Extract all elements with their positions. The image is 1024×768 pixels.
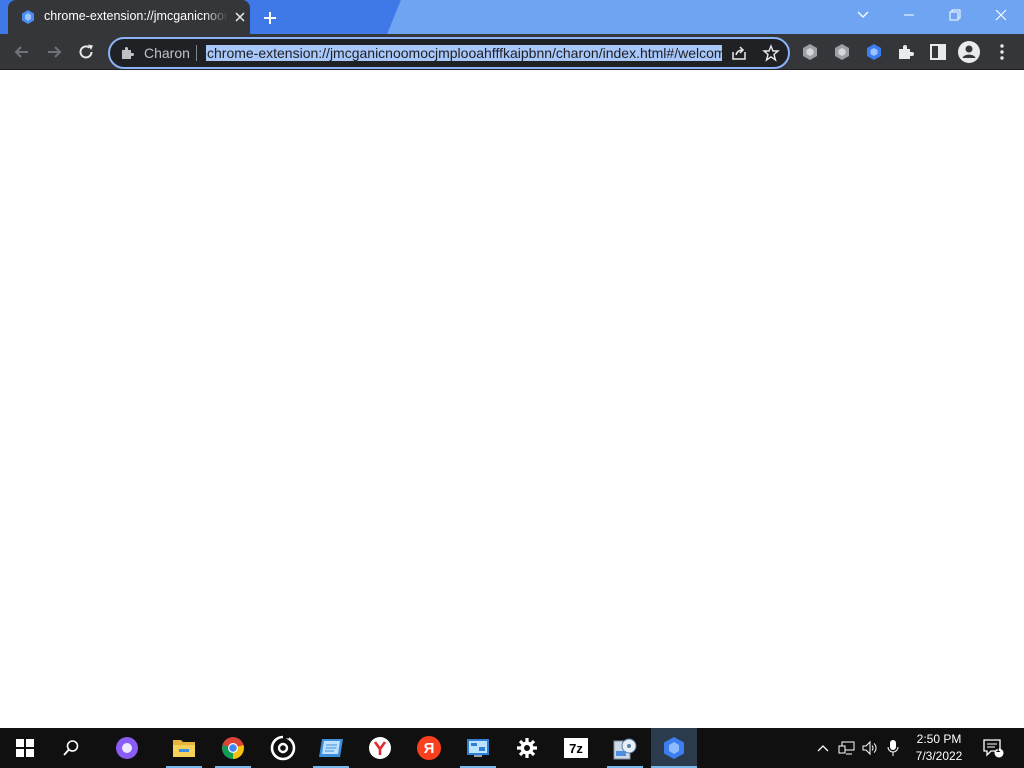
search-icon bbox=[63, 740, 79, 756]
taskbar-file-explorer[interactable] bbox=[161, 728, 207, 768]
7zip-icon: 7z bbox=[564, 738, 588, 758]
person-icon bbox=[962, 45, 976, 58]
minimize-button[interactable] bbox=[886, 0, 932, 30]
taskbar-control-panel[interactable] bbox=[455, 728, 501, 768]
disk-tool-icon bbox=[613, 738, 637, 760]
profile-avatar-icon[interactable] bbox=[958, 41, 980, 63]
charon-extension-icon bbox=[22, 10, 34, 24]
restore-button[interactable] bbox=[932, 0, 978, 30]
start-button[interactable] bbox=[2, 728, 48, 768]
taskbar-notepad[interactable] bbox=[308, 728, 354, 768]
extension-puzzle-icon bbox=[122, 47, 134, 59]
more-menu-icon[interactable] bbox=[992, 42, 1012, 62]
yandex-letter: Я bbox=[423, 739, 435, 757]
clock-date: 7/3/2022 bbox=[915, 749, 963, 763]
taskbar: Я 7z 2:50 PM 7/3/2022 1 bbox=[0, 728, 1024, 768]
minimize-icon bbox=[904, 14, 914, 16]
share-icon[interactable] bbox=[730, 44, 748, 62]
tab-title: chrome-extension://jmcganicnoomocjmplooa… bbox=[44, 9, 228, 23]
tab-search-button[interactable] bbox=[840, 0, 886, 30]
file-explorer-icon bbox=[173, 740, 195, 757]
clock-time: 2:50 PM bbox=[916, 732, 962, 746]
browser-tab[interactable]: chrome-extension://jmcganicnoomocjmplooa… bbox=[8, 0, 250, 34]
reload-icon[interactable] bbox=[76, 42, 96, 62]
restore-icon bbox=[949, 9, 961, 21]
omnibox-separator bbox=[196, 45, 197, 61]
close-window-button[interactable] bbox=[978, 0, 1024, 30]
settings-gear-icon bbox=[517, 738, 537, 758]
volume-icon bbox=[862, 740, 877, 756]
back-arrow-icon[interactable] bbox=[12, 42, 32, 62]
chevron-up-icon bbox=[817, 745, 829, 752]
taskbar-disk-tool[interactable] bbox=[602, 728, 648, 768]
taskbar-charon[interactable] bbox=[651, 728, 697, 768]
volume-button[interactable] bbox=[859, 728, 881, 768]
network-button[interactable] bbox=[836, 728, 858, 768]
taskbar-clock[interactable]: 2:50 PM 7/3/2022 bbox=[906, 731, 972, 765]
alice-assistant-icon bbox=[116, 737, 138, 759]
microphone-button[interactable] bbox=[883, 728, 903, 768]
taskbar-chrome[interactable] bbox=[210, 728, 256, 768]
taskbar-yandex-browser[interactable] bbox=[357, 728, 403, 768]
close-icon[interactable] bbox=[232, 9, 248, 25]
taskbar-7zip[interactable]: 7z bbox=[553, 728, 599, 768]
taskbar-alice[interactable] bbox=[104, 728, 150, 768]
network-icon bbox=[838, 741, 855, 755]
groove-icon bbox=[270, 735, 296, 761]
side-panel-icon[interactable] bbox=[928, 42, 948, 62]
notepad-icon bbox=[319, 739, 343, 757]
extension-gray-hex-icon[interactable] bbox=[800, 42, 820, 62]
browser-toolbar: Charon chrome-extension://jmcganicnoomoc… bbox=[0, 34, 1024, 70]
extensions-puzzle-icon[interactable] bbox=[896, 42, 916, 62]
7zip-label: 7z bbox=[569, 740, 583, 756]
close-icon bbox=[995, 9, 1007, 21]
address-bar[interactable]: Charon chrome-extension://jmcganicnoomoc… bbox=[108, 37, 790, 69]
taskbar-yandex[interactable]: Я bbox=[406, 728, 452, 768]
taskbar-settings[interactable] bbox=[504, 728, 550, 768]
search-button[interactable] bbox=[48, 728, 94, 768]
action-center-button[interactable]: 1 bbox=[980, 728, 1006, 768]
yandex-icon: Я bbox=[417, 736, 441, 760]
charon-extension-icon bbox=[664, 737, 684, 759]
chrome-icon bbox=[222, 737, 244, 759]
bookmark-star-icon[interactable] bbox=[762, 44, 780, 62]
forward-arrow-icon[interactable] bbox=[44, 42, 64, 62]
site-chip-label[interactable]: Charon bbox=[144, 45, 190, 61]
page-content bbox=[0, 70, 1024, 728]
control-panel-icon bbox=[467, 739, 489, 757]
url-text[interactable]: chrome-extension://jmcganicnoomocjmplooa… bbox=[206, 43, 722, 63]
title-bar: chrome-extension://jmcganicnoomocjmplooa… bbox=[0, 0, 1024, 34]
notification-count: 1 bbox=[995, 745, 1001, 754]
chevron-down-icon bbox=[857, 11, 869, 18]
taskbar-groove[interactable] bbox=[260, 728, 306, 768]
microphone-icon bbox=[887, 740, 899, 756]
plus-icon[interactable] bbox=[260, 8, 280, 28]
url-selected-text[interactable]: chrome-extension://jmcganicnoomocjmplooa… bbox=[206, 45, 722, 61]
start-icon bbox=[16, 739, 34, 757]
yandex-browser-icon bbox=[369, 737, 391, 759]
charon-extension-icon[interactable] bbox=[864, 42, 884, 62]
extension-gray-hex-icon[interactable] bbox=[832, 42, 852, 62]
show-hidden-icons-button[interactable] bbox=[812, 728, 834, 768]
